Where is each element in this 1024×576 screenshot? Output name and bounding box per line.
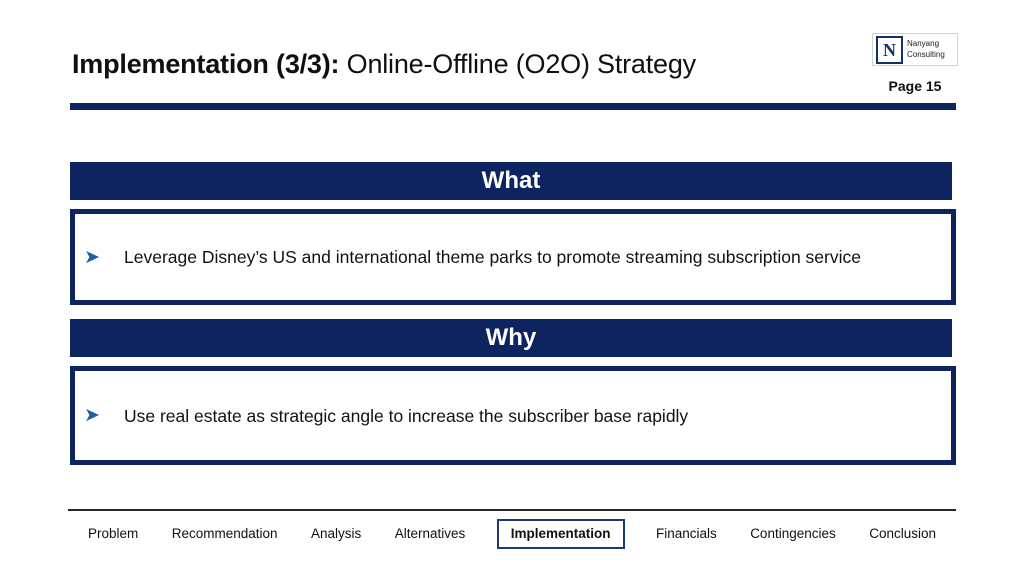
logo-wordmark: Nanyang Consulting [907, 38, 945, 60]
nav-item-problem[interactable]: Problem [86, 525, 140, 543]
logo-frame: N Nanyang Consulting [872, 33, 958, 66]
page-title-rest: Online-Offline (O2O) Strategy [339, 49, 697, 79]
section-header-what: What [70, 162, 952, 200]
bullet-row: ➤ Use real estate as strategic angle to … [75, 404, 951, 428]
slide: Implementation (3/3): Online-Offline (O2… [0, 0, 1024, 576]
bullet-row: ➤ Leverage Disney’s US and international… [75, 245, 951, 269]
section-content-why: ➤ Use real estate as strategic angle to … [70, 366, 956, 465]
arrow-bullet-icon: ➤ [84, 246, 100, 268]
bullet-text-why: Use real estate as strategic angle to in… [124, 405, 689, 426]
arrow-bullet-icon: ➤ [84, 405, 100, 426]
nav-item-recommendation[interactable]: Recommendation [170, 525, 280, 543]
page-title-bold: Implementation (3/3): [72, 49, 340, 79]
section-header-why: Why [70, 319, 952, 357]
nav-item-implementation[interactable]: Implementation [496, 519, 625, 549]
logo-wordmark-line2: Consulting [907, 50, 945, 59]
bullet-text-what: Leverage Disney’s US and international t… [124, 247, 861, 267]
footer-nav: Problem Recommendation Analysis Alternat… [68, 519, 956, 549]
title-divider [70, 103, 956, 110]
section-content-what: ➤ Leverage Disney’s US and international… [70, 209, 956, 305]
logo-letter-text: N [883, 40, 896, 60]
page-number: Page 15 [888, 78, 942, 94]
brand-logo: N Nanyang Consulting [872, 33, 958, 66]
nav-item-contingencies[interactable]: Contingencies [748, 525, 838, 543]
nav-item-conclusion[interactable]: Conclusion [867, 525, 938, 543]
logo-letter-icon: N [876, 36, 903, 64]
nav-item-alternatives[interactable]: Alternatives [393, 525, 468, 543]
footer-divider [68, 509, 956, 511]
nav-item-analysis[interactable]: Analysis [309, 525, 363, 543]
logo-wordmark-line1: Nanyang [907, 39, 940, 48]
nav-item-financials[interactable]: Financials [654, 525, 719, 543]
page-title: Implementation (3/3): Online-Offline (O2… [72, 44, 696, 84]
